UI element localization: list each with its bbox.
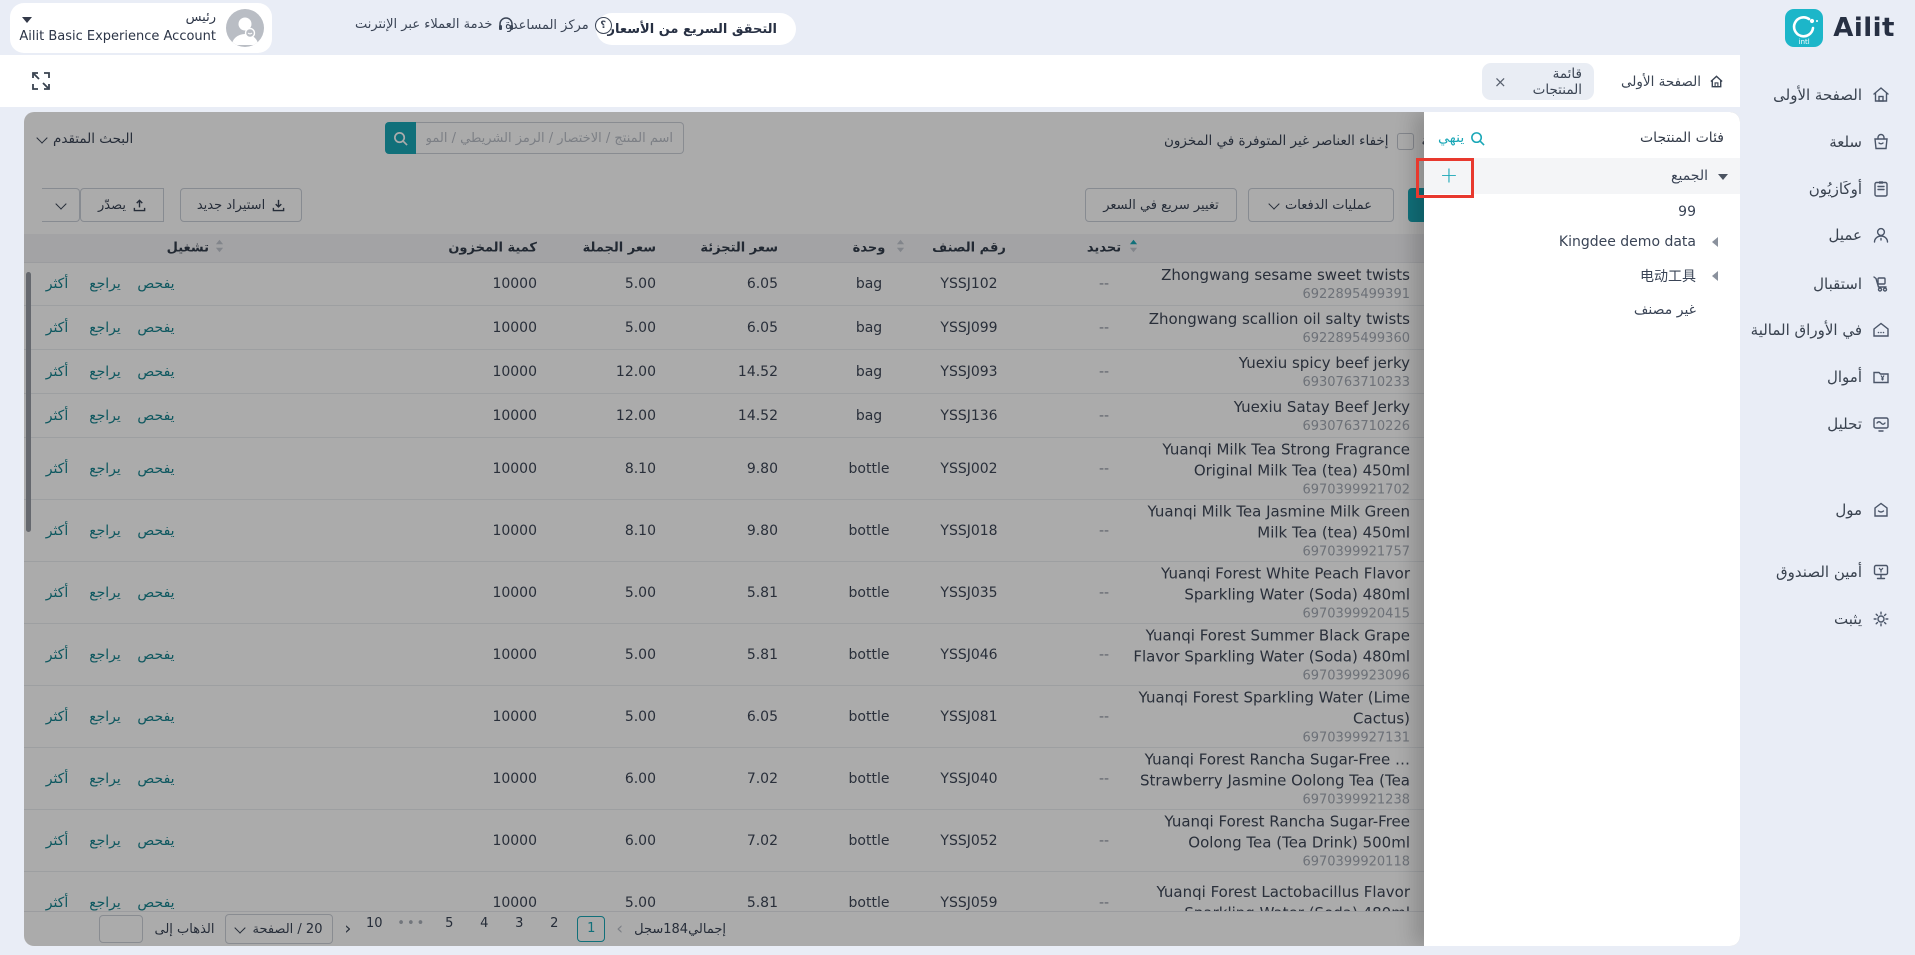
category-label: 99: [1678, 204, 1696, 220]
category-tree-item-3[interactable]: Kingdee demo data: [1424, 224, 1740, 260]
sidebar-item-11[interactable]: يثبت: [1740, 602, 1915, 636]
category-label: Kingdee demo data: [1559, 234, 1696, 250]
online-service-link[interactable]: خدمة العملاء عبر الإنترنت: [355, 17, 514, 32]
finish-label: ينهي: [1438, 130, 1464, 146]
warehouse-icon: [1871, 320, 1891, 340]
search-icon[interactable]: [1470, 131, 1485, 146]
online-service-label: خدمة العملاء عبر الإنترنت: [355, 17, 492, 32]
caret-collapsed-icon[interactable]: [1712, 271, 1718, 281]
gear-icon: [1871, 609, 1891, 629]
sidebar-item-label: سلعة: [1829, 133, 1862, 151]
sidebar-item-4[interactable]: عميل: [1740, 218, 1915, 252]
analysis-monitor-icon: [1871, 414, 1891, 434]
brand-name: Ailit: [1833, 13, 1895, 43]
avatar: [226, 9, 264, 47]
help-center-link[interactable]: ؟ مركز المساعدة: [505, 17, 612, 34]
sidebar-item-label: تحليل: [1827, 415, 1862, 433]
sidebar-item-label: الصفحة الأولى: [1773, 86, 1862, 104]
sidebar-item-1[interactable]: الصفحة الأولى: [1740, 78, 1915, 112]
drawer-title: فئات المنتجات: [1640, 130, 1724, 146]
funds-folder-icon: [1871, 367, 1891, 387]
sidebar-item-9[interactable]: مول: [1740, 493, 1915, 527]
cashier-pos-icon: [1871, 562, 1891, 582]
help-center-label: مركز المساعدة: [505, 18, 589, 33]
logo-badge: intl: [1785, 38, 1823, 46]
customer-icon: [1871, 225, 1891, 245]
home-icon: [1709, 74, 1724, 89]
category-tree-item-5[interactable]: غير مصنف: [1424, 292, 1740, 328]
user-role: رئيس: [186, 10, 216, 25]
product-categories-drawer: فئات المنتجات ينهي الجميع+99Kingdee demo…: [1424, 112, 1740, 946]
expand-fullscreen-icon[interactable]: [30, 70, 52, 92]
tab-product-list[interactable]: قائمة المنتجات ×: [1482, 63, 1594, 100]
account-caret-icon: [22, 17, 32, 23]
clipboard-icon: [1871, 179, 1891, 199]
help-icon: ؟: [595, 17, 612, 34]
sidebar-item-6[interactable]: في الأوراق المالية: [1740, 313, 1915, 347]
sidebar-item-label: مول: [1835, 501, 1862, 519]
category-tree-item-4[interactable]: 电动工具: [1424, 258, 1740, 294]
tab-home[interactable]: الصفحة الأولى: [1608, 63, 1736, 100]
category-label: الجميع: [1671, 168, 1708, 184]
caret-collapsed-icon[interactable]: [1712, 237, 1718, 247]
sidebar-item-8[interactable]: تحليل: [1740, 407, 1915, 441]
headset-icon: [498, 17, 514, 32]
quick-price-check-label: التحقق السريع من الأسعار: [608, 22, 777, 37]
quick-price-check-search[interactable]: التحقق السريع من الأسعار: [596, 13, 796, 45]
sidebar-nav: الصفحة الأولى سلعة أوكَازيُون عميل استقب…: [1740, 55, 1915, 955]
sidebar-item-5[interactable]: استقبال: [1740, 267, 1915, 301]
tab-home-label: الصفحة الأولى: [1621, 74, 1701, 90]
sidebar-item-label: استقبال: [1813, 275, 1862, 293]
tab-close-icon[interactable]: ×: [1494, 73, 1507, 91]
sidebar-item-7[interactable]: أموال: [1740, 360, 1915, 394]
top-bar: Ailit intl التحقق السريع من الأسعار ؟ مر…: [0, 0, 1915, 55]
goods-bag-icon: [1871, 132, 1891, 152]
tab-strip: الصفحة الأولى قائمة المنتجات ×: [0, 55, 1740, 107]
highlight-red-box: [1416, 158, 1474, 198]
caret-down-icon[interactable]: [1718, 174, 1728, 180]
home-icon: [1871, 85, 1891, 105]
avatar-person-icon: [226, 9, 264, 47]
sidebar-item-label: عميل: [1828, 226, 1862, 244]
sidebar-item-label: أموال: [1827, 368, 1862, 386]
ailit-logo-icon: intl: [1785, 9, 1823, 47]
category-label: غير مصنف: [1634, 302, 1696, 318]
app-screen: Ailit intl التحقق السريع من الأسعار ؟ مر…: [0, 0, 1915, 955]
sidebar-item-10[interactable]: أمين الصندوق: [1740, 555, 1915, 589]
sidebar-item-label: أمين الصندوق: [1776, 563, 1862, 581]
sidebar-item-3[interactable]: أوكَازيُون: [1740, 172, 1915, 206]
brand: Ailit intl: [1785, 9, 1895, 47]
sidebar-item-2[interactable]: سلعة: [1740, 125, 1915, 159]
product-list-panel: البحث المتقدم طلة إخفاء العناصر غير المت…: [24, 112, 1740, 946]
drawer-finish[interactable]: ينهي: [1438, 130, 1485, 146]
trolley-icon: [1871, 274, 1891, 294]
tab-product-list-label: قائمة المنتجات: [1515, 66, 1582, 98]
sidebar-item-label: أوكَازيُون: [1809, 180, 1862, 198]
account-name: Ailit Basic Experience Account: [19, 29, 216, 44]
sidebar-item-label: في الأوراق المالية: [1751, 321, 1862, 339]
sidebar-item-label: يثبت: [1834, 610, 1862, 628]
category-label: 电动工具: [1640, 266, 1696, 286]
mall-icon: [1871, 500, 1891, 520]
account-card[interactable]: رئيس Ailit Basic Experience Account: [10, 3, 272, 53]
